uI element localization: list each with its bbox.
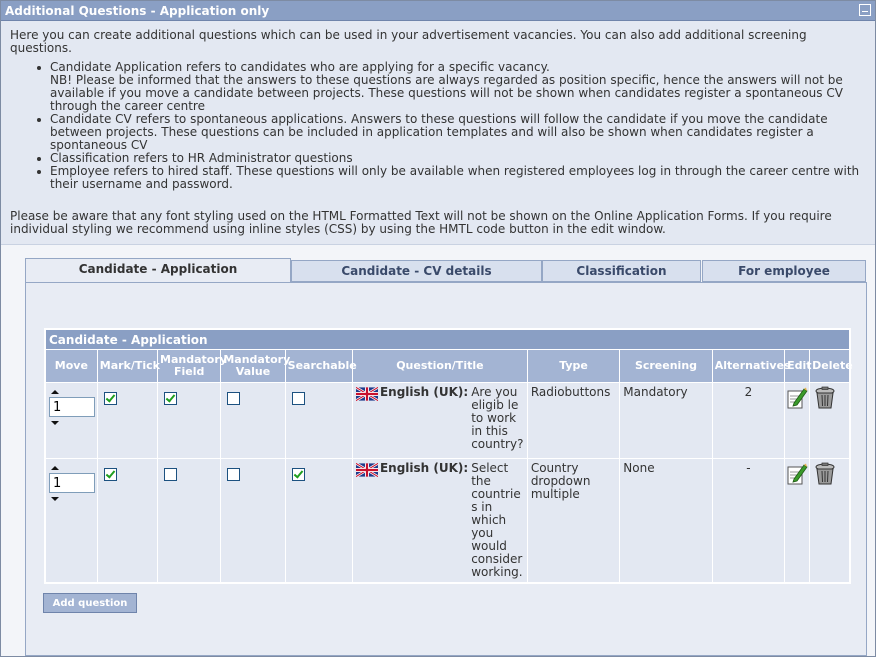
uk-flag-icon [355, 387, 378, 401]
info-item-text: Classification refers to HR Administrato… [50, 151, 353, 165]
tab-classification[interactable]: Classification [542, 260, 701, 282]
searchable-checkbox[interactable] [291, 392, 305, 405]
add-question-button[interactable]: Add question [43, 593, 137, 613]
info-item-candidate-cv: Candidate CV refers to spontaneous appli… [34, 113, 869, 152]
move-order-input[interactable] [49, 397, 95, 417]
mark-tick-checkbox[interactable] [103, 468, 117, 481]
tab-for-employee[interactable]: For employee [702, 260, 866, 282]
question-text: Select the countries in which you would … [471, 461, 523, 579]
arrow-down-icon[interactable] [51, 421, 59, 425]
styling-note: Please be aware that any font styling us… [10, 209, 832, 236]
mandatory-field-cell [157, 382, 222, 459]
collapse-icon[interactable] [859, 4, 871, 16]
delete-cell [809, 458, 851, 584]
question-language: English (UK): [379, 385, 469, 399]
mandatory-value-cell [220, 382, 286, 459]
arrow-up-icon[interactable] [51, 466, 59, 470]
column-header-question-title: Question/Title [351, 349, 528, 383]
searchable-cell [284, 382, 353, 459]
type-cell: Country dropdown multiple [526, 458, 621, 584]
searchable-cell [284, 458, 353, 584]
column-header-alternatives: Alternatives [711, 349, 791, 383]
info-item-text: Candidate CV refers to spontaneous appli… [50, 112, 828, 152]
table-caption: Candidate - Application [44, 328, 851, 350]
alternatives-cell: 2 [711, 382, 786, 459]
tab-candidate-cv-details[interactable]: Candidate - CV details [291, 260, 542, 282]
main-window: Additional Questions - Application only … [0, 0, 876, 657]
column-header-type: Type [526, 349, 621, 383]
edit-cell [784, 458, 811, 584]
info-item-candidate-application: Candidate Application refers to candidat… [34, 61, 869, 113]
window-titlebar: Additional Questions - Application only [1, 1, 875, 21]
question-cell: English (UK): Are you eligib le to work … [351, 382, 528, 459]
table-row: English (UK): Are you eligib le to work … [44, 382, 851, 459]
table-row: English (UK): Select the countries in wh… [44, 458, 851, 584]
column-header-mark-tick: Mark/Tick [96, 349, 160, 383]
column-header-mandatory-field: Mandatory Field [157, 349, 227, 383]
intro-text: Here you can create additional questions… [10, 28, 807, 55]
move-cell [44, 458, 98, 584]
edit-pencil-icon[interactable] [786, 462, 808, 486]
mark-tick-checkbox[interactable] [103, 392, 117, 405]
info-item-employee: Employee refers to hired staff. These qu… [34, 165, 869, 191]
info-item-text: Candidate Application refers to candidat… [50, 60, 843, 113]
column-header-delete: Delete [809, 349, 853, 383]
trash-can-icon[interactable] [814, 462, 836, 486]
delete-cell [809, 382, 851, 459]
mark-tick-cell [96, 458, 159, 584]
mandatory-value-checkbox[interactable] [227, 468, 241, 481]
tab-candidate-application[interactable]: Candidate - Application [25, 258, 291, 283]
edit-pencil-icon[interactable] [786, 386, 808, 410]
column-header-mandatory-value: Mandatory Value [220, 349, 290, 383]
column-header-move: Move [44, 349, 98, 383]
info-list: Candidate Application refers to candidat… [34, 61, 869, 191]
edit-cell [784, 382, 811, 459]
questions-table: Candidate - Application Move Mark/Tick M… [44, 328, 853, 584]
arrow-down-icon[interactable] [51, 497, 59, 501]
column-header-screening: Screening [619, 349, 713, 383]
move-order-input[interactable] [49, 473, 95, 493]
alternatives-cell: - [711, 458, 786, 584]
mandatory-value-cell [220, 458, 286, 584]
question-language: English (UK): [379, 461, 469, 475]
arrow-up-icon[interactable] [51, 390, 59, 394]
trash-can-icon[interactable] [814, 386, 836, 410]
uk-flag-icon [355, 463, 378, 477]
column-header-searchable: Searchable [284, 349, 357, 383]
mandatory-field-checkbox[interactable] [164, 468, 178, 481]
column-header-edit: Edit [784, 349, 811, 383]
window-title: Additional Questions - Application only [5, 4, 270, 18]
question-cell: English (UK): Select the countries in wh… [351, 458, 528, 584]
question-text: Are you eligib le to work in this countr… [471, 385, 524, 451]
move-cell [44, 382, 98, 459]
mark-tick-cell [96, 382, 159, 459]
mandatory-field-checkbox[interactable] [164, 392, 178, 405]
mandatory-field-cell [157, 458, 222, 584]
screening-cell: None [619, 458, 713, 584]
type-cell: Radiobuttons [526, 382, 621, 459]
mandatory-value-checkbox[interactable] [227, 392, 241, 405]
searchable-checkbox[interactable] [291, 468, 305, 481]
screening-cell: Mandatory [619, 382, 713, 459]
info-item-text: Employee refers to hired staff. These qu… [50, 164, 860, 191]
